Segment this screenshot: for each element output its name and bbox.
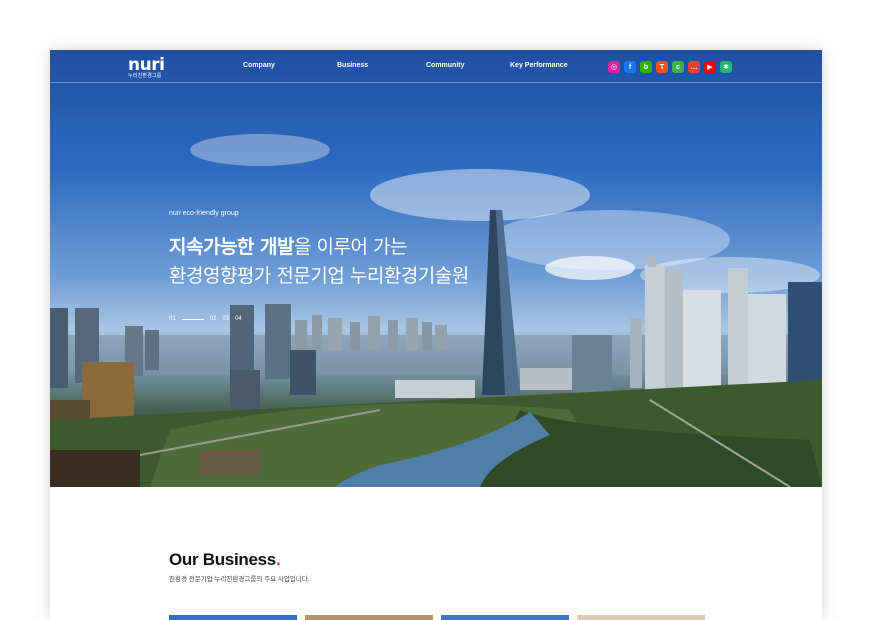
business-card[interactable] bbox=[169, 615, 297, 620]
nuri-logo[interactable]: nuri 누리친환경그룹 bbox=[128, 57, 174, 81]
business-cards bbox=[169, 615, 705, 620]
chat-icon[interactable]: … bbox=[688, 61, 700, 73]
page-frame: nuri 누리친환경그룹 Company Business Community … bbox=[50, 50, 822, 620]
naver-blog-icon[interactable]: b bbox=[640, 61, 652, 73]
business-card[interactable] bbox=[441, 615, 569, 620]
kakao-channel-icon[interactable]: c bbox=[672, 61, 684, 73]
nav-business[interactable]: Business bbox=[337, 62, 368, 69]
business-section-title: Our Business. bbox=[169, 550, 281, 569]
nav-company[interactable]: Company bbox=[243, 62, 275, 69]
pager-item[interactable]: 02 bbox=[210, 316, 217, 322]
facebook-icon[interactable]: f bbox=[624, 61, 636, 73]
headline-line-2: 환경영향평가 전문기업 누리환경기술원 bbox=[169, 265, 469, 287]
hero-headline: 지속가능한 개발을 이루어 가는 환경영향평가 전문기업 누리환경기술원 bbox=[169, 233, 469, 291]
title-accent-dot: . bbox=[275, 550, 281, 569]
business-section-subtitle: 친환경 전문기업 누리친환경그룹의 주요 사업입니다. bbox=[169, 576, 310, 583]
tistory-icon[interactable]: T bbox=[656, 61, 668, 73]
headline-rest: 을 이루어 가는 bbox=[293, 236, 407, 258]
pager-item[interactable]: 04 bbox=[235, 316, 242, 322]
business-card[interactable] bbox=[577, 615, 705, 620]
business-card[interactable] bbox=[305, 615, 433, 620]
youtube-icon[interactable]: ▶ bbox=[704, 61, 716, 73]
logo-subtext: 누리친환경그룹 bbox=[128, 73, 162, 79]
nav-community[interactable]: Community bbox=[426, 62, 465, 69]
hero-banner: nuri 누리친환경그룹 Company Business Community … bbox=[50, 50, 822, 487]
social-links: ◎ f b Tc … ▶ ✱ bbox=[608, 61, 732, 73]
top-navigation: nuri 누리친환경그룹 Company Business Community … bbox=[50, 50, 822, 83]
pager-progress-bar bbox=[181, 318, 204, 320]
headline-bold: 지속가능한 개발 bbox=[169, 236, 294, 258]
pager-current[interactable]: 01 bbox=[169, 316, 176, 322]
logo-mark: nuri bbox=[128, 55, 165, 75]
pager-item[interactable]: 03 bbox=[222, 316, 229, 322]
slide-pager: 01 02 03 04 bbox=[169, 316, 248, 322]
nav-key-performance[interactable]: Key Performance bbox=[510, 62, 568, 69]
instagram-icon[interactable]: ◎ bbox=[608, 61, 620, 73]
hero-eyebrow: nuri eco-friendly group bbox=[169, 210, 239, 217]
sitemap-icon[interactable]: ✱ bbox=[720, 61, 732, 73]
headline-line-1: 지속가능한 개발을 이루어 가는 bbox=[169, 233, 469, 262]
